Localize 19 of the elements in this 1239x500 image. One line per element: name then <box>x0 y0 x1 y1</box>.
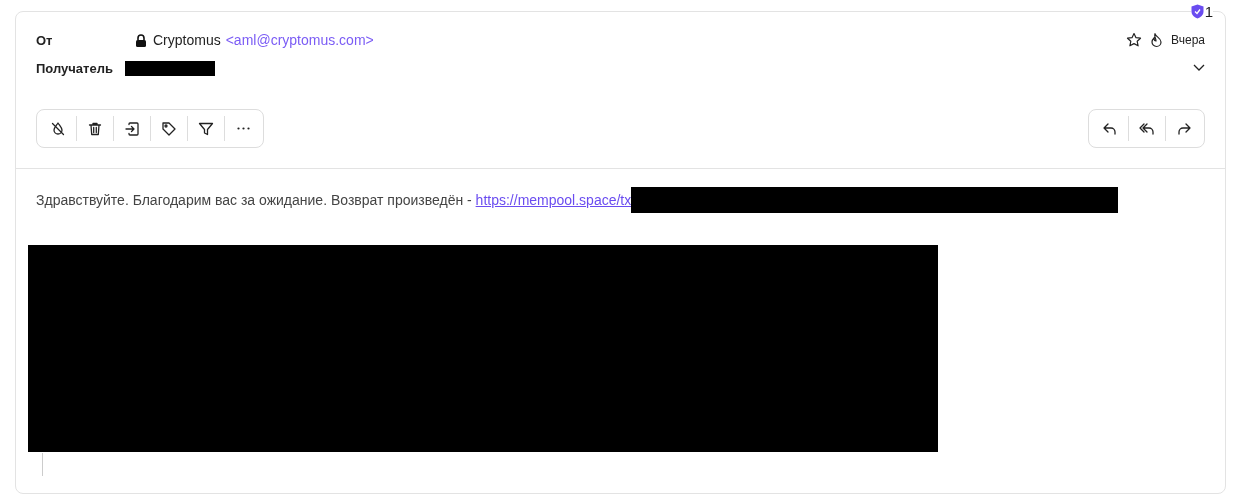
lock-icon <box>135 33 147 47</box>
star-icon[interactable] <box>1126 32 1143 48</box>
tag-icon <box>161 120 177 137</box>
move-to-folder-icon <box>124 120 140 137</box>
badge-count: 1 <box>1204 3 1213 20</box>
sender-email[interactable]: <aml@cryptomus.com> <box>225 32 374 48</box>
crossed-out-drop-icon <box>49 120 66 137</box>
filter-icon <box>198 120 214 137</box>
sender-name: Cryptomus <box>153 32 221 48</box>
more-icon <box>236 127 250 130</box>
text-cursor <box>42 453 43 476</box>
from-label: От <box>36 32 54 48</box>
trash-icon <box>87 120 103 137</box>
date-label: Вчера <box>1171 33 1205 47</box>
recipient-label: Получатель <box>36 60 113 76</box>
message-text: Здравствуйте. Благодарим вас за ожидание. Возврат произведён - <box>36 192 473 208</box>
message-link[interactable]: https://mempool.space/tx <box>475 192 632 208</box>
chevron-down-icon[interactable] <box>1193 64 1205 72</box>
flame-icon <box>1150 32 1164 48</box>
